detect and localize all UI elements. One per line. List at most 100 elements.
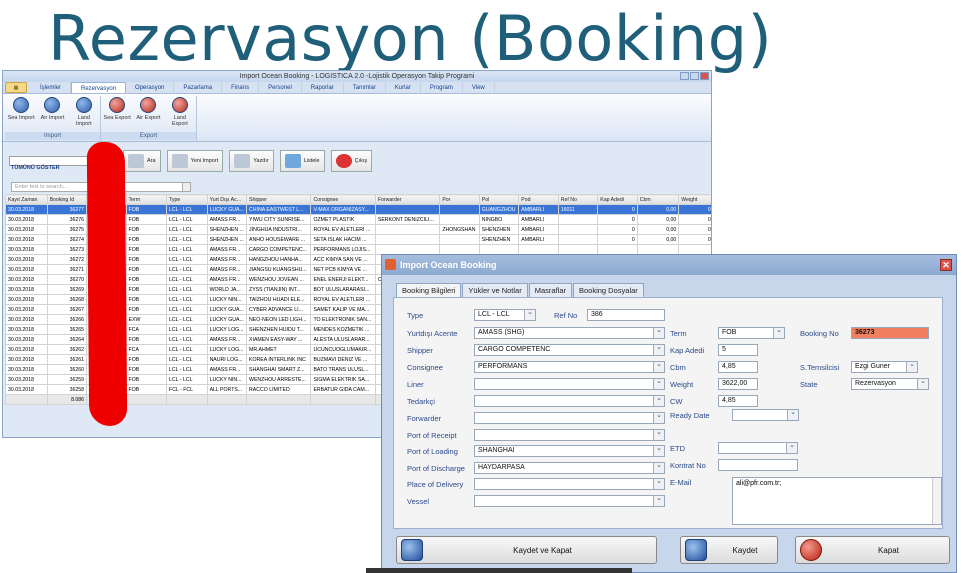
tab-tanimlar[interactable]: Tanımlar <box>344 82 386 93</box>
grid-column-header[interactable]: Ref No <box>557 194 599 205</box>
search-button[interactable]: Ara <box>123 150 161 172</box>
grid-column-header[interactable]: Type <box>166 194 208 205</box>
ready-date-picker[interactable] <box>732 409 799 421</box>
por-select[interactable] <box>474 429 665 441</box>
tab-finans[interactable]: Finans <box>222 82 260 93</box>
etd-picker[interactable] <box>718 442 798 454</box>
table-cell: LCL - LCL <box>166 234 208 245</box>
scrollbar[interactable] <box>932 478 941 524</box>
close-icon[interactable] <box>700 72 709 80</box>
table-cell: V-MAX ORGANIZASY... <box>310 204 376 215</box>
cw-field[interactable]: 4,85 <box>718 395 758 407</box>
tab-yukler-ve-notlar[interactable]: Yükler ve Notlar <box>462 283 528 297</box>
table-cell: 36264 <box>46 334 88 345</box>
table-cell: 0,00 <box>678 224 711 235</box>
tab-booking-dosyalar[interactable]: Booking Dosyalar <box>573 283 644 297</box>
table-cell: NAURI LOG... <box>206 354 248 365</box>
table-cell: AMBARLI <box>518 224 559 235</box>
consignee-select[interactable]: PERFORMANS <box>474 361 665 373</box>
rep-select[interactable]: Ezgi Guner <box>851 361 918 373</box>
table-cell: BOT ULUSLARARASI... <box>310 284 376 295</box>
vessel-select[interactable] <box>474 495 665 507</box>
table-cell: EXW <box>125 314 168 325</box>
forwarder-select[interactable] <box>474 412 665 424</box>
table-cell: 36274 <box>46 234 88 245</box>
agent-select[interactable]: AMASS (SHG) <box>474 327 665 339</box>
grid-column-header[interactable]: Por <box>439 194 480 205</box>
grid-column-header[interactable]: Shipper <box>246 194 312 205</box>
floppy-disk-icon <box>401 539 423 561</box>
table-cell: HANGZHOU HANHA... <box>246 254 312 265</box>
no-entry-icon <box>335 154 352 168</box>
tab-personel[interactable]: Personel <box>259 82 302 93</box>
kap-field[interactable]: 5 <box>718 344 758 356</box>
table-cell: 30.03.2018 <box>5 314 48 325</box>
new-import-button[interactable]: Yeni Import <box>166 150 224 172</box>
tab-view[interactable]: View <box>463 82 495 93</box>
weight-label: Weight <box>670 380 694 389</box>
delivery-select[interactable] <box>474 478 665 490</box>
print-button[interactable]: Yazdır <box>229 150 274 172</box>
table-cell: LCL - LCL <box>166 224 208 235</box>
table-cell: 36277 <box>46 204 88 215</box>
tab-pazarlama[interactable]: Pazarlama <box>174 82 223 93</box>
table-cell: WORLD JA... <box>206 284 248 295</box>
cbm-field[interactable]: 4,85 <box>718 361 758 373</box>
ref-no-field[interactable]: 386 <box>587 309 665 321</box>
grid-column-header[interactable]: Term <box>125 194 168 205</box>
state-select[interactable]: Rezervasyon <box>851 378 929 390</box>
table-cell <box>439 214 480 225</box>
chevron-down-icon[interactable] <box>182 183 190 191</box>
table-cell <box>557 224 599 235</box>
grid-column-header[interactable]: Booking Id <box>46 194 88 205</box>
grid-column-header[interactable]: Pod <box>518 194 559 205</box>
tab-raporlar[interactable]: Raporlar <box>302 82 344 93</box>
table-cell: WENZHOU JOVEAN ... <box>246 274 312 285</box>
tab-program[interactable]: Program <box>421 82 463 93</box>
table-cell: ACC KIMYA SAN VE ... <box>310 254 376 265</box>
maximize-icon[interactable] <box>690 72 699 80</box>
close-icon[interactable]: ✕ <box>940 259 952 271</box>
email-field[interactable]: ali@pfr.com.tr; <box>732 477 942 525</box>
grid-column-header[interactable]: Forwarder <box>374 194 441 205</box>
show-all-link[interactable]: TÜMÜNÜ GÖSTER <box>11 165 60 171</box>
tab-islemler[interactable]: İşlemler <box>31 82 72 93</box>
tab-masraflar[interactable]: Masraflar <box>528 283 572 297</box>
exit-button[interactable]: Çıkış <box>330 150 373 172</box>
grid-column-header[interactable]: Kayıt Zaman <box>5 194 48 205</box>
tab-operasyon[interactable]: Operasyon <box>126 82 175 93</box>
tab-booking-bilgileri[interactable]: Booking Bilgileri <box>396 283 462 298</box>
table-cell: FCL - FCL <box>166 384 208 395</box>
grid-column-header[interactable]: Kap Adedi <box>597 194 638 205</box>
tab-rezervasyon[interactable]: Rezervasyon <box>71 82 127 93</box>
table-cell: 36276 <box>46 214 88 225</box>
liner-select[interactable] <box>474 378 665 390</box>
minimize-icon[interactable] <box>680 72 689 80</box>
kontrat-field[interactable] <box>718 459 798 471</box>
weight-field[interactable]: 3622,00 <box>718 378 758 390</box>
list-button[interactable]: Listele <box>279 150 325 172</box>
close-button[interactable]: Kapat <box>795 536 950 564</box>
pod-select[interactable]: HAYDARPASA <box>474 462 665 474</box>
dialog-title: Import Ocean Booking <box>400 260 497 270</box>
grid-column-header[interactable]: Consignee <box>310 194 376 205</box>
table-cell: ALESTA ULUSLARAR... <box>310 334 376 345</box>
type-select[interactable]: LCL - LCL <box>474 309 536 321</box>
grid-column-header[interactable]: Yurt Dışı Ac... <box>206 194 248 205</box>
save-and-close-button[interactable]: Kaydet ve Kapat <box>396 536 657 564</box>
dialog-title-bar: Import Ocean Booking ✕ <box>382 255 956 275</box>
grid-column-header[interactable]: Cbm <box>636 194 680 205</box>
save-button[interactable]: Kaydet <box>680 536 778 564</box>
table-cell: FOB <box>125 364 168 375</box>
shipper-select[interactable]: CARGO COMPETENC <box>474 344 665 356</box>
term-select[interactable]: FOB <box>718 327 785 339</box>
grid-column-header[interactable]: Weight <box>678 194 711 205</box>
table-cell: UCUNCUOGLUMAKIR... <box>310 344 376 355</box>
table-cell: TO ELEKTRONIK SAN... <box>310 314 376 325</box>
tab-kurlar[interactable]: Kurlar <box>386 82 421 93</box>
pol-select[interactable]: SHANGHAI <box>474 445 665 457</box>
supplier-select[interactable] <box>474 395 665 407</box>
app-menu-button[interactable]: ▦ <box>5 82 27 93</box>
table-cell: ERBATUR GIDA CAM... <box>310 384 376 395</box>
grid-column-header[interactable]: Pol <box>478 194 520 205</box>
